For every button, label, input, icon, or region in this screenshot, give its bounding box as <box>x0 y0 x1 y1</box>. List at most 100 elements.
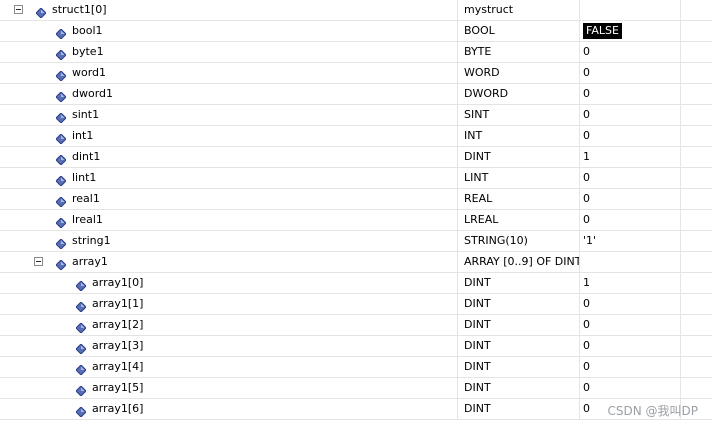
prepared-value-cell[interactable] <box>681 294 712 314</box>
expression-cell[interactable]: array1[5] <box>0 378 458 398</box>
expression-cell[interactable]: bool1 <box>0 21 458 41</box>
variable-name: lint1 <box>72 171 97 184</box>
watermark: CSDN @我叫DP <box>607 404 698 418</box>
value-text: 0 <box>583 402 590 415</box>
table-row[interactable]: array1[2] DINT 0 <box>0 315 712 336</box>
value-cell[interactable]: 0 <box>580 63 681 83</box>
expression-cell[interactable]: array1[3] <box>0 336 458 356</box>
value-cell[interactable]: 0 <box>580 378 681 398</box>
expression-cell[interactable]: dword1 <box>0 84 458 104</box>
prepared-value-cell[interactable] <box>681 336 712 356</box>
expression-cell[interactable]: array1[2] <box>0 315 458 335</box>
value-cell[interactable]: 0 <box>580 126 681 146</box>
prepared-value-cell[interactable] <box>681 378 712 398</box>
prepared-value-cell[interactable] <box>681 231 712 251</box>
table-row[interactable]: dint1 DINT 1 <box>0 147 712 168</box>
prepared-value-cell[interactable] <box>681 189 712 209</box>
table-row[interactable]: array1 ARRAY [0..9] OF DINT <box>0 252 712 273</box>
value-cell[interactable]: 1 <box>580 273 681 293</box>
value-cell[interactable]: 0 <box>580 189 681 209</box>
prepared-value-cell[interactable] <box>681 126 712 146</box>
prepared-value-cell[interactable] <box>681 0 712 20</box>
expression-cell[interactable]: array1 <box>0 252 458 272</box>
value-cell[interactable]: 1 <box>580 147 681 167</box>
table-row[interactable]: dword1 DWORD 0 <box>0 84 712 105</box>
data-type-cell: SINT <box>458 105 580 125</box>
prepared-value-cell[interactable] <box>681 273 712 293</box>
expression-cell[interactable]: lint1 <box>0 168 458 188</box>
table-row[interactable]: array1[0] DINT 1 <box>0 273 712 294</box>
table-row[interactable]: struct1[0] mystruct <box>0 0 712 21</box>
table-row[interactable]: word1 WORD 0 <box>0 63 712 84</box>
table-row[interactable]: real1 REAL 0 <box>0 189 712 210</box>
value-cell[interactable]: 0 <box>580 336 681 356</box>
prepared-value-cell[interactable] <box>681 147 712 167</box>
expression-cell[interactable]: word1 <box>0 63 458 83</box>
table-row[interactable]: int1 INT 0 <box>0 126 712 147</box>
variable-name: string1 <box>72 234 111 247</box>
prepared-value-cell[interactable] <box>681 315 712 335</box>
table-row[interactable]: array1[5] DINT 0 <box>0 378 712 399</box>
expression-cell[interactable]: real1 <box>0 189 458 209</box>
prepared-value-cell[interactable] <box>681 357 712 377</box>
value-text: 0 <box>583 381 590 394</box>
table-row[interactable]: byte1 BYTE 0 <box>0 42 712 63</box>
data-type-cell: DINT <box>458 147 580 167</box>
prepared-value-cell[interactable] <box>681 168 712 188</box>
value-text: 0 <box>583 339 590 352</box>
expression-cell[interactable]: lreal1 <box>0 210 458 230</box>
value-cell[interactable] <box>580 252 681 272</box>
prepared-value-cell[interactable] <box>681 63 712 83</box>
expression-cell[interactable]: array1[0] <box>0 273 458 293</box>
variable-icon <box>55 68 67 82</box>
data-type-cell: BOOL <box>458 21 580 41</box>
value-text: 1 <box>583 276 590 289</box>
variable-icon <box>55 110 67 124</box>
table-row[interactable]: array1[3] DINT 0 <box>0 336 712 357</box>
expression-cell[interactable]: struct1[0] <box>0 0 458 20</box>
value-cell[interactable]: 0 <box>580 42 681 62</box>
variable-name: struct1[0] <box>52 3 107 16</box>
value-cell[interactable]: 0 <box>580 84 681 104</box>
value-cell[interactable]: FALSE <box>580 21 681 41</box>
table-row[interactable]: array1[4] DINT 0 <box>0 357 712 378</box>
table-row[interactable]: lint1 LINT 0 <box>0 168 712 189</box>
data-type-cell: DWORD <box>458 84 580 104</box>
expression-cell[interactable]: byte1 <box>0 42 458 62</box>
value-cell[interactable]: '1' <box>580 231 681 251</box>
value-cell[interactable]: 0 <box>580 357 681 377</box>
expression-cell[interactable]: sint1 <box>0 105 458 125</box>
table-row[interactable]: string1 STRING(10) '1' <box>0 231 712 252</box>
expression-cell[interactable]: array1[6] <box>0 399 458 419</box>
prepared-value-cell[interactable] <box>681 84 712 104</box>
table-row[interactable]: sint1 SINT 0 <box>0 105 712 126</box>
value-cell[interactable]: 0 <box>580 168 681 188</box>
value-cell[interactable] <box>580 0 681 20</box>
expression-cell[interactable]: array1[4] <box>0 357 458 377</box>
prepared-value-cell[interactable] <box>681 210 712 230</box>
collapse-icon[interactable] <box>14 5 23 14</box>
variable-icon <box>75 404 87 418</box>
prepared-value-cell[interactable] <box>681 42 712 62</box>
data-type-cell: DINT <box>458 336 580 356</box>
prepared-value-cell[interactable] <box>681 252 712 272</box>
table-row[interactable]: array1[6] DINT 0 <box>0 399 712 420</box>
collapse-icon[interactable] <box>34 257 43 266</box>
expression-cell[interactable]: dint1 <box>0 147 458 167</box>
table-row[interactable]: array1[1] DINT 0 <box>0 294 712 315</box>
data-type-cell: INT <box>458 126 580 146</box>
expression-cell[interactable]: string1 <box>0 231 458 251</box>
value-cell[interactable]: 0 <box>580 294 681 314</box>
variable-icon <box>75 362 87 376</box>
value-cell[interactable]: 0 <box>580 105 681 125</box>
prepared-value-cell[interactable] <box>681 21 712 41</box>
value-cell[interactable]: 0 <box>580 210 681 230</box>
value-text: 0 <box>583 297 590 310</box>
variable-name: byte1 <box>72 45 104 58</box>
table-row[interactable]: bool1 BOOL FALSE <box>0 21 712 42</box>
value-cell[interactable]: 0 <box>580 315 681 335</box>
table-row[interactable]: lreal1 LREAL 0 <box>0 210 712 231</box>
prepared-value-cell[interactable] <box>681 105 712 125</box>
expression-cell[interactable]: array1[1] <box>0 294 458 314</box>
expression-cell[interactable]: int1 <box>0 126 458 146</box>
